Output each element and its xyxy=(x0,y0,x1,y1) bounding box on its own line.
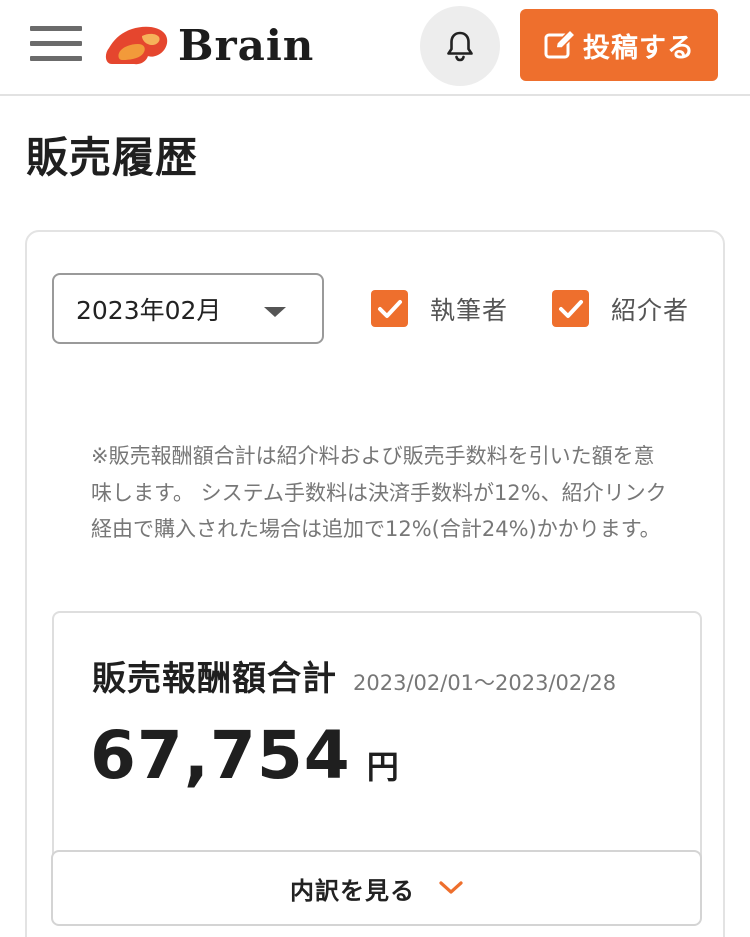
brain-logo-mark xyxy=(105,26,168,65)
post-button-label: 投稿する xyxy=(583,32,695,64)
referrer-checkbox-label: 紹介者 xyxy=(611,295,690,325)
summary-period: 2023/02/01〜2023/02/28 xyxy=(353,671,617,695)
edit-icon xyxy=(544,29,576,59)
checkmark-icon xyxy=(371,290,408,327)
caret-down-icon xyxy=(264,307,286,317)
sales-history-card: 2023年02月 執筆者 紹介者 ※販売報酬額合計は紹介料および販売手数料を引い… xyxy=(25,230,725,937)
chevron-down-icon xyxy=(439,881,463,894)
author-checkbox[interactable]: 執筆者 xyxy=(371,290,508,327)
post-button[interactable]: 投稿する xyxy=(520,9,718,81)
author-checkbox-label: 執筆者 xyxy=(430,295,509,325)
sales-summary: 販売報酬額合計 2023/02/01〜2023/02/28 67,754 円 xyxy=(52,611,702,861)
referrer-checkbox[interactable]: 紹介者 xyxy=(552,290,689,327)
checkmark-icon xyxy=(552,290,589,327)
breakdown-label: 内訳を見る xyxy=(290,876,415,905)
month-select[interactable]: 2023年02月 xyxy=(52,273,324,344)
page-title: 販売履歴 xyxy=(26,133,199,182)
summary-title: 販売報酬額合計 xyxy=(92,659,337,699)
brain-logo[interactable]: Brain xyxy=(104,22,314,70)
month-select-value: 2023年02月 xyxy=(76,295,222,325)
currency-unit: 円 xyxy=(366,748,399,786)
logo-text: Brain xyxy=(178,21,315,70)
notification-button[interactable] xyxy=(420,6,500,86)
view-breakdown-button[interactable]: 内訳を見る xyxy=(51,850,702,926)
bell-icon xyxy=(447,31,473,62)
app-header: Brain 投稿する xyxy=(0,0,750,96)
hamburger-icon[interactable] xyxy=(30,26,82,62)
total-amount: 67,754 xyxy=(90,717,351,794)
fee-notice: ※販売報酬額合計は紹介料および販売手数料を引いた額を意味します。 システム手数料… xyxy=(91,444,667,541)
